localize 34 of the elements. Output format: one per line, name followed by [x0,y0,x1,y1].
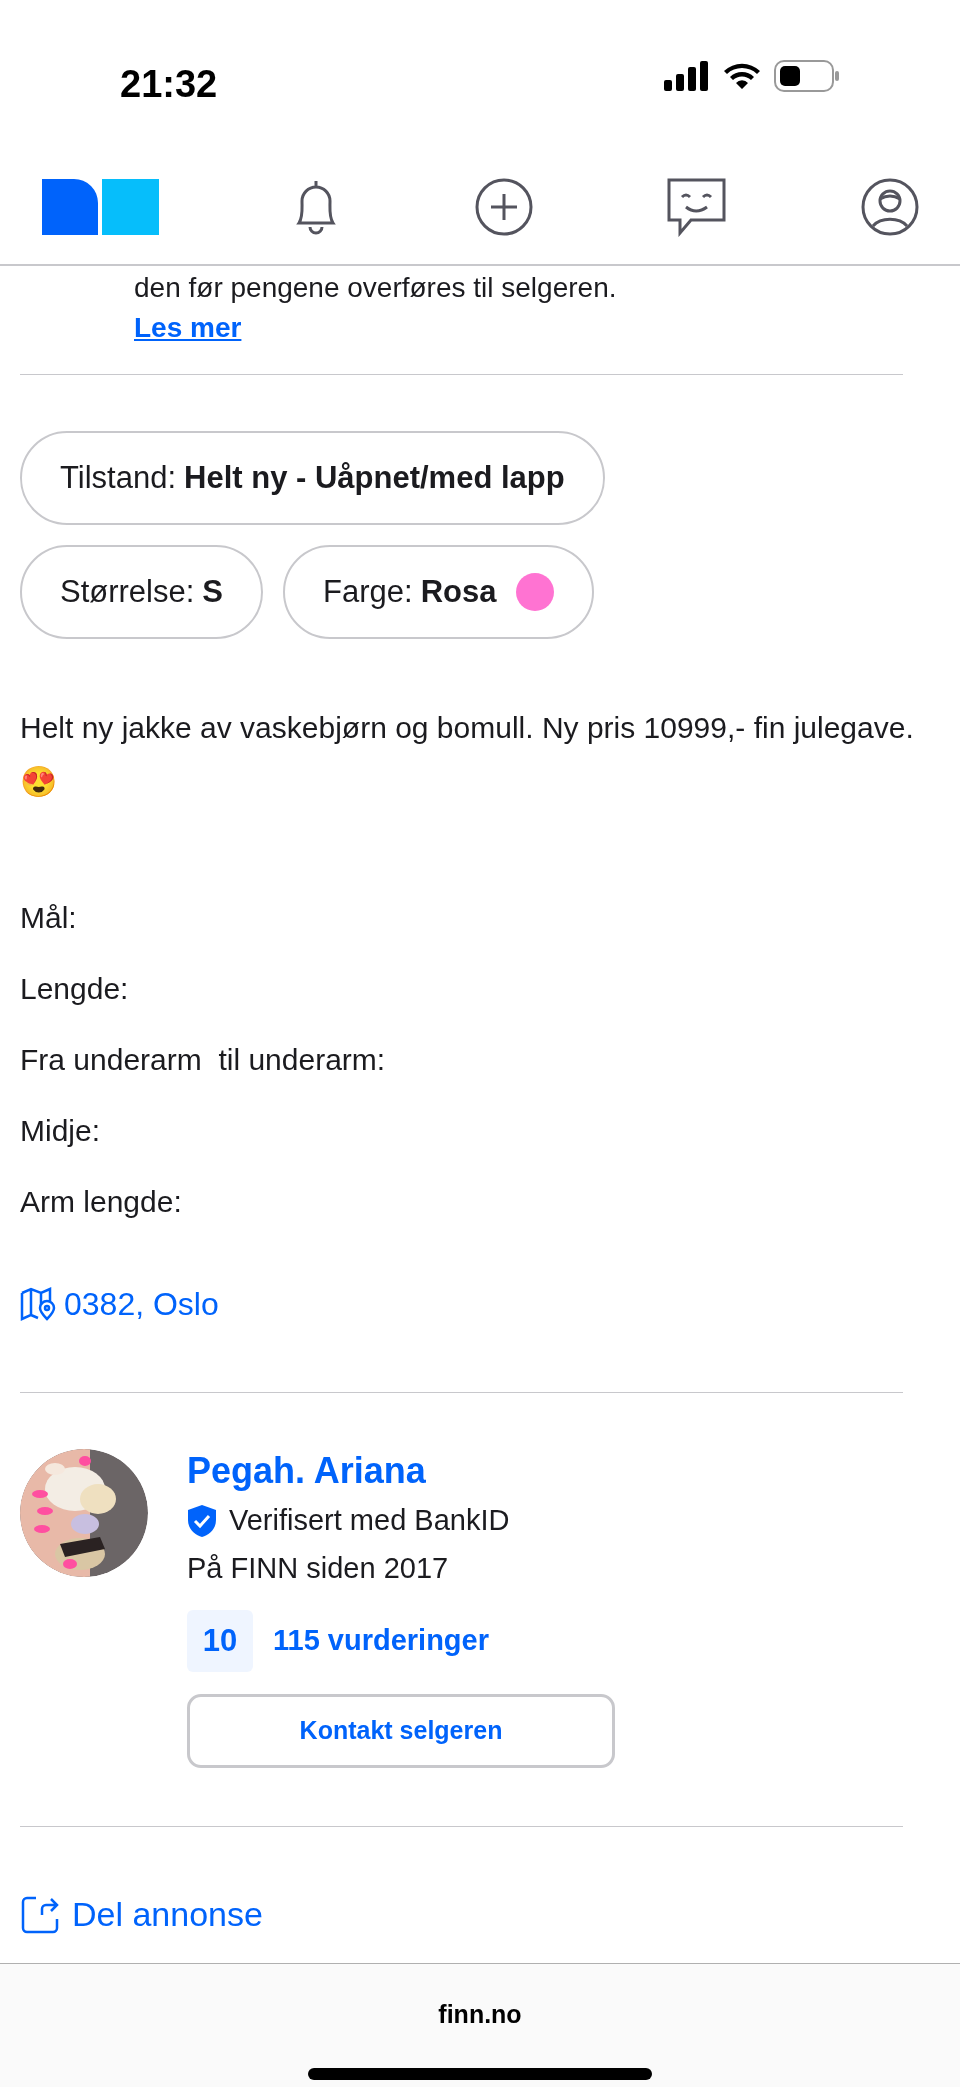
status-time: 21:32 [120,62,218,107]
chip-label: Størrelse: [60,572,195,611]
profile-icon[interactable] [860,177,920,237]
chip-value: Helt ny - Uåpnet/med lapp [184,458,565,497]
map-icon [20,1287,56,1321]
measurement-label: Fra underarm til underarm: [20,1042,387,1078]
member-since: På FINN siden 2017 [187,1550,450,1586]
signal-icon [664,61,710,91]
verified-text: Verifisert med BankID [229,1503,510,1538]
wifi-icon [722,61,762,91]
notice-text: den før pengene overføres til selgeren. [133,271,618,305]
battery-icon [774,60,840,92]
reviews-link[interactable]: 115 vurderinger [273,1619,489,1663]
read-more-link[interactable]: Les mer [134,310,242,346]
share-icon [20,1894,60,1935]
contact-seller-button[interactable]: Kontakt selgeren [187,1694,615,1768]
measurement-label: Arm lengde: [20,1184,183,1220]
chip-value: S [202,572,224,611]
chip-label: Farge: [323,572,413,611]
measurement-label: Midje: [20,1113,102,1149]
measurement-label: Lengde: [20,971,130,1007]
description: Helt ny jakke av vaskebjørn og bomull. Ny pris 10999,- fin julegave. 😍 [20,710,915,800]
chip-value: Rosa [420,572,497,611]
url-text[interactable]: finn.no [438,1996,522,2034]
share-link[interactable]: Del annonse [72,1889,263,1940]
logo[interactable] [42,179,159,235]
chat-icon[interactable] [665,177,728,237]
score-badge: 10 [187,1610,253,1672]
chip-label: Tilstand: [60,458,176,497]
location-link[interactable]: 0382, Oslo [64,1280,219,1328]
verified-shield-icon [187,1503,217,1538]
measurement-label: Mål: [20,900,78,936]
add-icon[interactable] [473,177,534,237]
seller-name[interactable]: Pegah. Ariana [187,1449,615,1493]
